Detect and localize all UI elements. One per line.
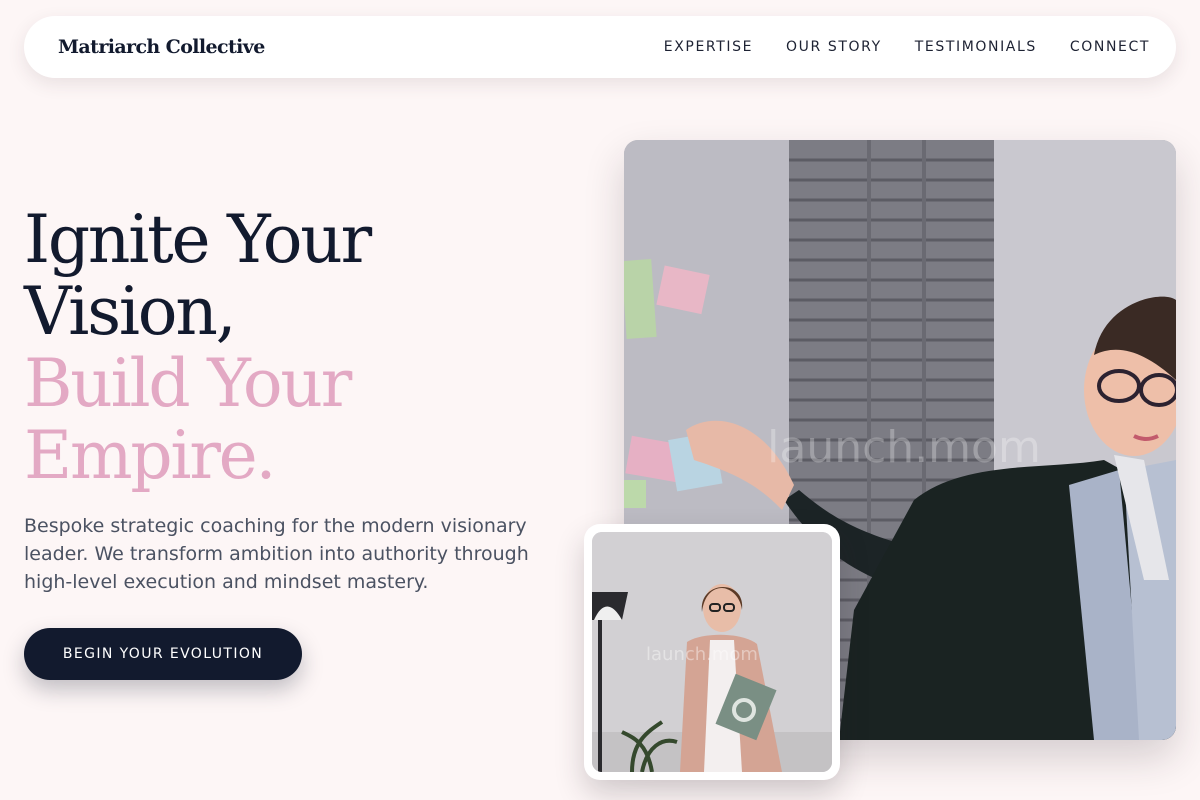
- secondary-photo-watermark: launch.mom: [646, 644, 758, 665]
- hero-headline: Ignite Your Vision, Build Your Empire.: [24, 204, 584, 492]
- nav-link-connect[interactable]: CONNECT: [1070, 39, 1150, 55]
- headline-line-4: Empire.: [24, 417, 277, 494]
- headline-line-2: Vision,: [24, 273, 237, 350]
- nav-link-testimonials[interactable]: TESTIMONIALS: [915, 39, 1037, 55]
- hero-secondary-photo: launch.mom: [592, 532, 832, 772]
- nav-link-expertise[interactable]: EXPERTISE: [664, 39, 753, 55]
- hero-subtext: Bespoke strategic coaching for the moder…: [24, 515, 529, 593]
- headline-line-1: Ignite Your: [24, 201, 372, 278]
- top-nav: Matriarch Collective EXPERTISE OUR STORY…: [24, 16, 1176, 78]
- main-photo-watermark: launch.mom: [767, 422, 1041, 473]
- begin-evolution-button[interactable]: BEGIN YOUR EVOLUTION: [24, 628, 302, 680]
- brand-logo[interactable]: Matriarch Collective: [58, 36, 265, 58]
- secondary-photo-illustration: launch.mom: [592, 532, 832, 772]
- hero-secondary-photo-frame: launch.mom: [584, 524, 840, 780]
- nav-link-our-story[interactable]: OUR STORY: [786, 39, 882, 55]
- headline-line-3: Build Your: [24, 345, 352, 422]
- nav-links: EXPERTISE OUR STORY TESTIMONIALS CONNECT: [664, 39, 1150, 55]
